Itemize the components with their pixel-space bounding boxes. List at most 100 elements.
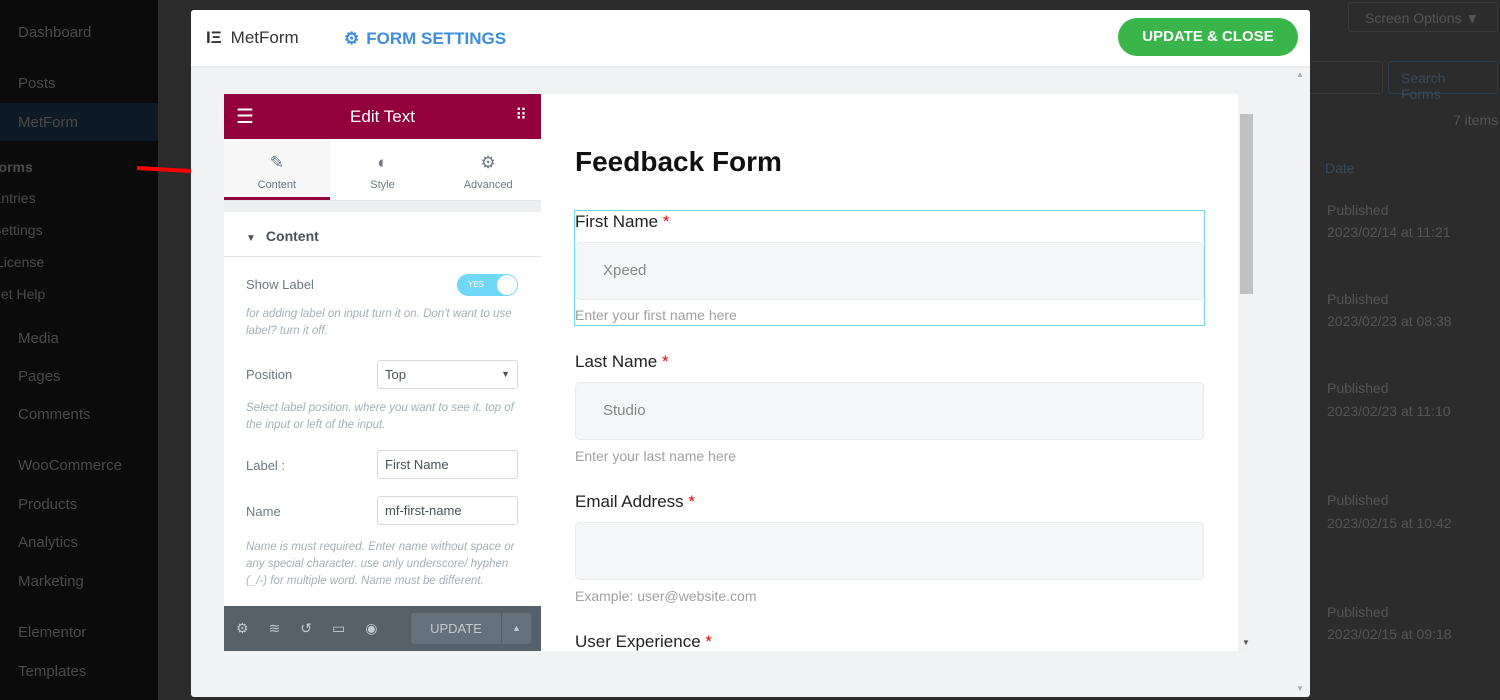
field-hint: Enter your first name here: [575, 307, 737, 323]
toggle-value: YES: [468, 280, 485, 289]
metform-logo: IΞ MetForm: [206, 28, 299, 48]
form-settings-label: FORM SETTINGS: [366, 29, 507, 48]
tab-label: Style: [370, 179, 395, 191]
form-preview: Feedback Form First Name * Xpeed Enter y…: [541, 94, 1238, 651]
user-experience-field: User Experience *: [575, 632, 1204, 651]
preview-eye-icon[interactable]: ◉: [365, 620, 377, 637]
last-name-input[interactable]: Studio: [575, 382, 1204, 440]
row-date: 2023/02/14 at 11:21: [1327, 224, 1451, 240]
panel-header: ☰ Edit Text ⠿: [224, 94, 541, 139]
wp-admin-sidebar: Dashboard Posts MetForm Forms Entries Se…: [0, 0, 158, 700]
row-status: Published: [1327, 202, 1389, 218]
elementor-icon: IΞ: [206, 28, 222, 47]
select-value: Top: [385, 367, 406, 382]
email-field: Email Address * Example: user@website.co…: [575, 492, 1204, 604]
required-asterisk: *: [688, 492, 696, 511]
update-button[interactable]: UPDATE: [411, 613, 501, 644]
control-label: Show Label: [246, 277, 314, 292]
submenu-forms[interactable]: Forms: [0, 159, 33, 175]
form-title: Feedback Form: [575, 146, 782, 177]
row-status: Published: [1327, 492, 1389, 508]
panel-tabs: ✎ Content ◐ Style ⚙ Advanced: [224, 139, 541, 201]
last-name-field: Last Name * Studio Enter your last name …: [575, 352, 1204, 464]
control-label: Name: [246, 504, 281, 519]
caret-down-icon: ▼: [246, 233, 256, 244]
control-label: Label :: [246, 458, 286, 473]
preview-scrollbar[interactable]: ▼: [1238, 94, 1255, 651]
gear-icon: ⚙: [480, 153, 496, 172]
field-label: Email Address: [575, 492, 684, 511]
menu-metform[interactable]: MetForm: [18, 114, 78, 131]
items-count: 7 items: [1453, 112, 1499, 128]
pencil-icon: ✎: [269, 153, 284, 172]
label-input[interactable]: First Name: [377, 450, 518, 479]
submenu-entries[interactable]: Entries: [0, 190, 36, 206]
position-select[interactable]: Top ▼: [377, 360, 518, 389]
required-asterisk: *: [662, 212, 670, 231]
date-column-header[interactable]: Date: [1325, 160, 1355, 176]
section-title: Content: [265, 228, 319, 244]
label-control: Label : First Name: [224, 436, 541, 482]
menu-posts[interactable]: Posts: [18, 75, 56, 92]
field-hint: Example: user@website.com: [575, 588, 757, 604]
menu-media[interactable]: Media: [18, 330, 59, 347]
show-label-control: Show Label YES for adding label on input…: [224, 257, 541, 341]
brand-name: MetForm: [230, 28, 299, 47]
tab-style[interactable]: ◐ Style: [330, 139, 436, 200]
menu-products[interactable]: Products: [18, 496, 77, 513]
menu-woocommerce[interactable]: WooCommerce: [18, 457, 122, 474]
menu-comments[interactable]: Comments: [18, 406, 91, 423]
history-icon[interactable]: ↺: [300, 620, 312, 637]
row-status: Published: [1327, 380, 1389, 396]
save-options-arrow-icon[interactable]: ▲: [502, 613, 531, 644]
row-status: Published: [1327, 604, 1389, 620]
menu-dashboard[interactable]: Dashboard: [18, 24, 91, 41]
menu-marketing[interactable]: Marketing: [18, 573, 84, 590]
modal-scrollbar[interactable]: ▲ ▼: [1293, 66, 1308, 697]
row-status: Published: [1327, 291, 1389, 307]
submenu-settings[interactable]: Settings: [0, 222, 43, 238]
row-date: 2023/02/23 at 11:10: [1327, 403, 1451, 419]
first-name-field: First Name * Xpeed Enter your first name…: [575, 212, 1204, 323]
elementor-panel: ☰ Edit Text ⠿ ✎ Content ◐ Style ⚙ Advanced …: [224, 94, 541, 651]
gear-icon: ⚙: [344, 29, 360, 48]
search-forms-input[interactable]: [1300, 61, 1383, 94]
tab-content[interactable]: ✎ Content: [224, 139, 330, 200]
first-name-input[interactable]: Xpeed: [575, 242, 1204, 300]
help-text: Select label position. where you want to…: [246, 402, 514, 431]
field-label: User Experience: [575, 632, 701, 651]
field-hint: Enter your last name here: [575, 448, 737, 464]
row-date: 2023/02/15 at 09:18: [1327, 626, 1452, 642]
submenu-get-help[interactable]: Get Help: [0, 286, 45, 302]
update-close-button[interactable]: UPDATE & CLOSE: [1118, 18, 1298, 56]
field-label: Last Name: [575, 352, 658, 371]
contrast-icon: ◐: [377, 153, 388, 172]
screen-options-button[interactable]: Screen Options ▼: [1348, 2, 1498, 32]
menu-analytics[interactable]: Analytics: [18, 534, 78, 551]
help-text: for adding label on input turn it on. Do…: [246, 308, 512, 337]
form-editor-modal: IΞ MetForm ⚙ FORM SETTINGS UPDATE & CLOSE …: [191, 10, 1310, 697]
navigator-layers-icon[interactable]: ≋: [269, 620, 281, 637]
settings-icon[interactable]: ⚙: [236, 620, 249, 637]
position-control: Position Top ▼ Select label position. whe…: [224, 341, 541, 436]
email-input[interactable]: [575, 522, 1204, 580]
panel-footer: ⚙ ≋ ↺ ▭ ◉ UPDATE ▲: [224, 606, 541, 651]
search-forms-button[interactable]: Search Forms: [1388, 61, 1498, 102]
menu-templates[interactable]: Templates: [18, 663, 86, 680]
menu-pages[interactable]: Pages: [18, 368, 61, 385]
required-asterisk: *: [661, 352, 669, 371]
submenu-license[interactable]: License: [0, 254, 44, 270]
content-section-toggle[interactable]: ▼ Content: [224, 212, 541, 257]
widgets-grid-icon[interactable]: ⠿: [515, 105, 527, 125]
name-input[interactable]: mf-first-name: [377, 496, 518, 525]
menu-elementor[interactable]: Elementor: [18, 624, 86, 641]
form-settings-button[interactable]: ⚙ FORM SETTINGS: [344, 29, 506, 49]
tab-advanced[interactable]: ⚙ Advanced: [435, 139, 541, 200]
required-asterisk: *: [705, 632, 713, 651]
field-label: First Name: [575, 212, 659, 231]
help-text: Name is must required. Enter name withou…: [246, 541, 515, 587]
tab-label: Advanced: [463, 179, 513, 191]
show-label-toggle[interactable]: YES: [457, 274, 518, 296]
responsive-mode-icon[interactable]: ▭: [332, 620, 345, 637]
row-date: 2023/02/15 at 10:42: [1327, 515, 1452, 531]
